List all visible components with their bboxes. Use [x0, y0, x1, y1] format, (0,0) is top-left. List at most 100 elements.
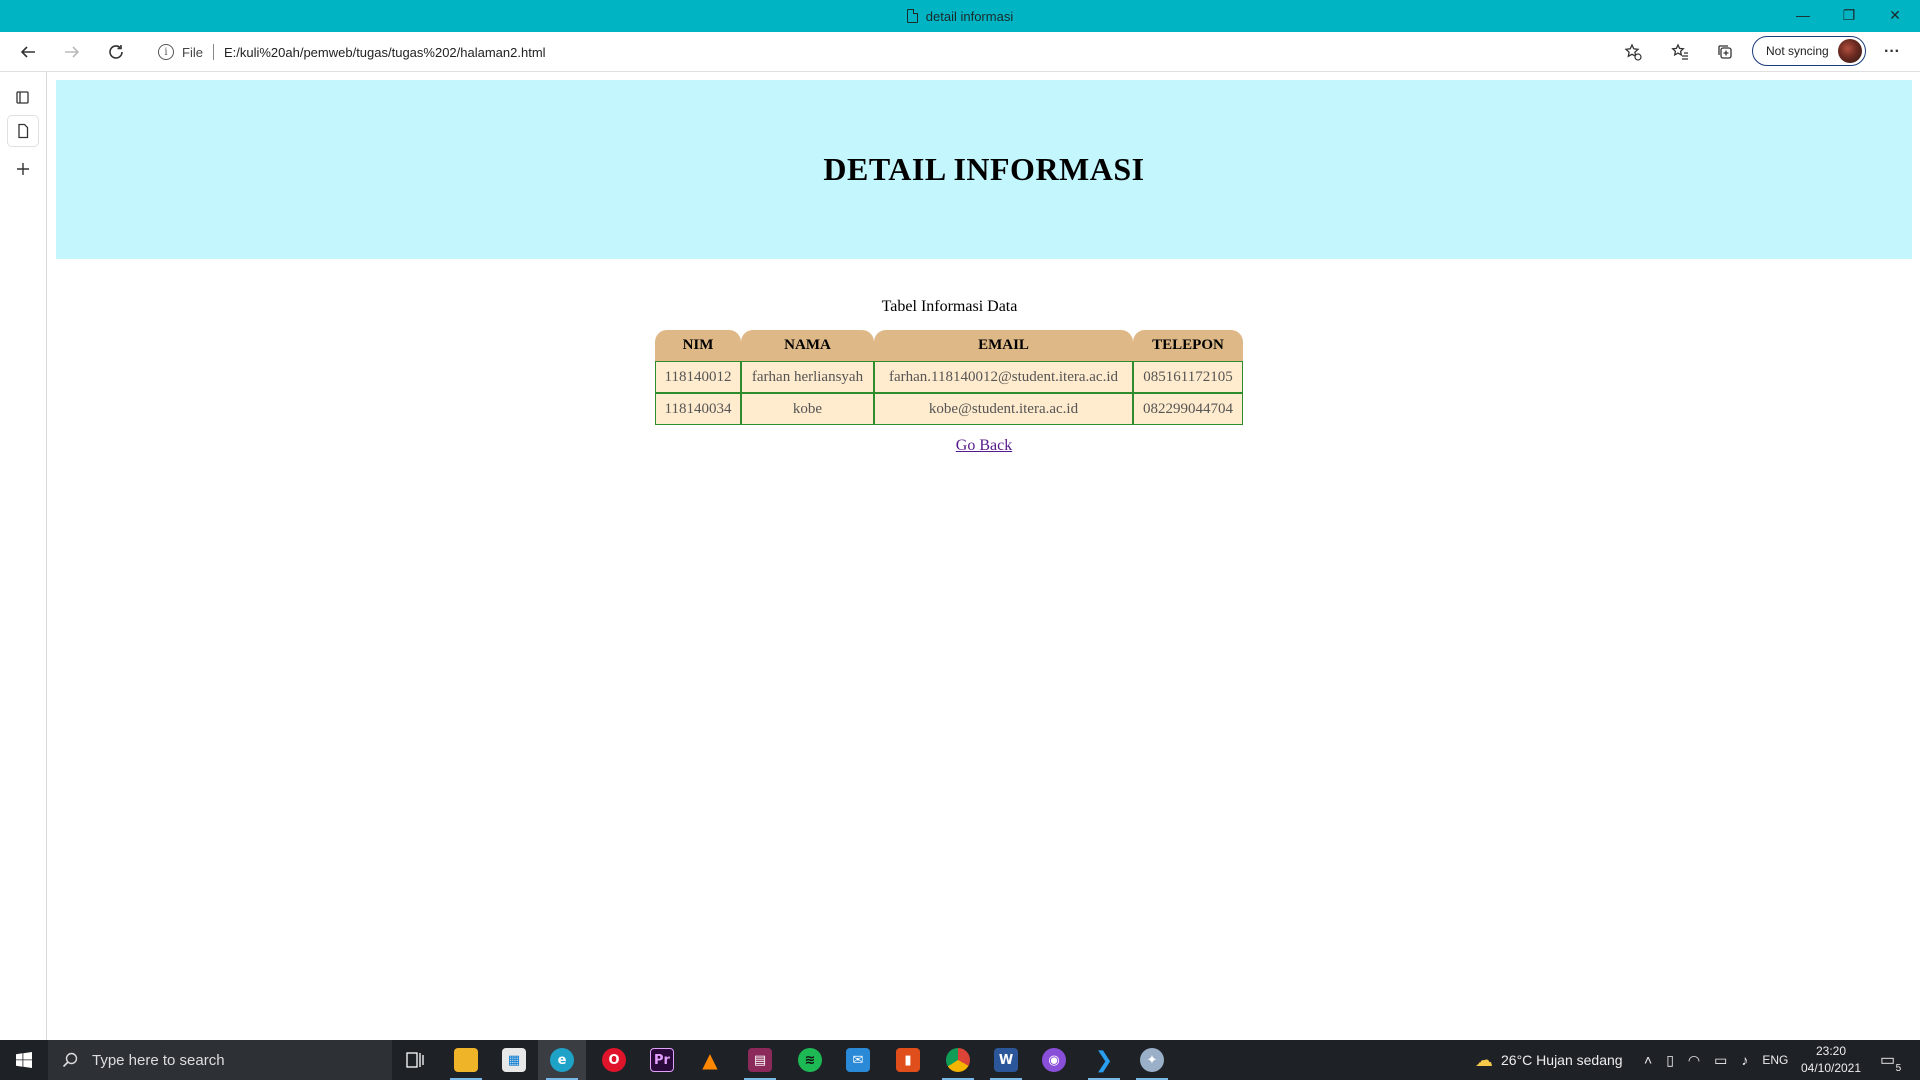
- info-table: NIM NAMA EMAIL TELEPON 118140012 farhan …: [655, 330, 1243, 425]
- page-viewport: DETAIL INFORMASI Tabel Informasi Data NI…: [48, 72, 1920, 1040]
- address-bar[interactable]: i File E:/kuli%20ah/pemweb/tugas/tugas%2…: [146, 37, 1646, 67]
- notification-center-button[interactable]: ▭ 5: [1880, 1040, 1902, 1080]
- close-button[interactable]: ✕: [1872, 0, 1918, 30]
- tab-actions-button[interactable]: [8, 82, 38, 112]
- collections-icon: [1718, 45, 1732, 59]
- minimize-button[interactable]: —: [1780, 0, 1826, 30]
- notification-icon: ▭ 5: [1880, 1052, 1902, 1074]
- premiere-pro-icon: Pr: [650, 1048, 674, 1072]
- volume-icon[interactable]: ♪: [1741, 1052, 1748, 1068]
- store-icon: ▦: [502, 1048, 526, 1072]
- tab-detail-informasi[interactable]: [8, 116, 38, 146]
- vertical-tabs-sidebar: [0, 72, 47, 1040]
- header-banner: DETAIL INFORMASI: [56, 80, 1912, 259]
- taskbar: Type here to search ▦ e O Pr ▲ ▤ ≋ ✉ ▮ W…: [0, 1040, 1920, 1080]
- taskbar-search[interactable]: Type here to search: [48, 1040, 392, 1080]
- search-icon: [62, 1052, 78, 1068]
- taskbar-app-spotify[interactable]: ≋: [786, 1040, 834, 1080]
- start-button[interactable]: [0, 1040, 48, 1080]
- collections-button[interactable]: [1709, 36, 1741, 68]
- table-caption: Tabel Informasi Data: [881, 298, 1018, 315]
- word-icon: W: [994, 1048, 1018, 1072]
- search-placeholder: Type here to search: [92, 1051, 225, 1069]
- table-cell: 082299044704: [1133, 393, 1243, 425]
- battery-icon[interactable]: ▭: [1714, 1052, 1727, 1069]
- refresh-icon: [109, 45, 123, 59]
- favorites-button[interactable]: [1664, 36, 1696, 68]
- taskbar-app-word[interactable]: W: [982, 1040, 1030, 1080]
- sync-label: Not syncing: [1766, 44, 1829, 58]
- taskbar-app-vlc[interactable]: ▲: [686, 1040, 734, 1080]
- url-text[interactable]: E:/kuli%20ah/pemweb/tugas/tugas%202/hala…: [224, 45, 546, 60]
- scheme-label: File: [182, 44, 203, 60]
- taskbar-app-chrome[interactable]: [934, 1040, 982, 1080]
- window-title: detail informasi: [925, 8, 1014, 24]
- new-tab-button[interactable]: [8, 154, 38, 184]
- taskbar-app-winrar[interactable]: ▤: [736, 1040, 784, 1080]
- table-row: 118140012 farhan herliansyah farhan.1181…: [655, 361, 1243, 393]
- profile-sync-button[interactable]: Not syncing: [1752, 36, 1866, 66]
- table-cell: kobe@student.itera.ac.id: [874, 393, 1133, 425]
- device-icon[interactable]: ▯: [1666, 1052, 1674, 1069]
- spotify-icon: ≋: [798, 1048, 822, 1072]
- taskbar-app-opera[interactable]: O: [590, 1040, 638, 1080]
- taskbar-app-file-explorer[interactable]: [442, 1040, 490, 1080]
- taskbar-app-edge[interactable]: e: [538, 1040, 586, 1080]
- table-cell: 118140034: [655, 393, 741, 425]
- table-cell: 118140012: [655, 361, 741, 393]
- taskbar-app-microsoft-store[interactable]: ▦: [490, 1040, 538, 1080]
- notification-count: 5: [1895, 1063, 1902, 1074]
- wifi-icon[interactable]: ◠: [1688, 1052, 1700, 1069]
- taskbar-app-office[interactable]: ▮: [884, 1040, 932, 1080]
- address-separator: [212, 44, 214, 60]
- add-favorite-button[interactable]: [1617, 36, 1649, 68]
- back-button[interactable]: [12, 36, 44, 68]
- document-icon: [18, 123, 29, 139]
- chevron-up-icon[interactable]: ˄: [1644, 1052, 1652, 1068]
- browser-toolbar: i File E:/kuli%20ah/pemweb/tugas/tugas%2…: [0, 32, 1920, 72]
- column-header: NIM: [655, 330, 741, 361]
- star-add-icon: [1624, 43, 1642, 61]
- document-icon: [906, 8, 919, 23]
- avatar: [1838, 39, 1862, 63]
- column-header: TELEPON: [1133, 330, 1243, 361]
- office-icon: ▮: [896, 1048, 920, 1072]
- page-title: DETAIL INFORMASI: [823, 151, 1145, 187]
- forward-button[interactable]: [56, 36, 88, 68]
- language-indicator[interactable]: ENG: [1762, 1053, 1788, 1067]
- table-cell: kobe: [741, 393, 874, 425]
- more-menu-button[interactable]: ···: [1876, 36, 1908, 68]
- windows-icon: [16, 1052, 32, 1068]
- restore-button[interactable]: ❐: [1826, 0, 1872, 30]
- opera-icon: O: [602, 1048, 626, 1072]
- refresh-button[interactable]: [100, 36, 132, 68]
- task-view-button[interactable]: [392, 1040, 440, 1080]
- table-header-row: NIM NAMA EMAIL TELEPON: [655, 330, 1243, 361]
- weather-text: 26°C Hujan sedang: [1501, 1052, 1623, 1068]
- table-cell: farhan herliansyah: [741, 361, 874, 393]
- clock[interactable]: 23:20 04/10/2021: [1796, 1043, 1866, 1077]
- taskbar-app-misc[interactable]: ✦: [1128, 1040, 1176, 1080]
- taskbar-app-vscode[interactable]: ❯: [1080, 1040, 1128, 1080]
- taskbar-app-github-desktop[interactable]: ◉: [1030, 1040, 1078, 1080]
- weather-widget[interactable]: ☁ 26°C Hujan sedang: [1475, 1040, 1623, 1080]
- chrome-icon: [946, 1048, 970, 1072]
- plus-icon: [17, 163, 29, 175]
- github-icon: ◉: [1042, 1048, 1066, 1072]
- weather-cloud-sun-icon: ☁: [1475, 1049, 1493, 1070]
- go-back-link[interactable]: Go Back: [956, 437, 1012, 454]
- task-view-icon: [406, 1052, 424, 1068]
- info-icon[interactable]: i: [158, 44, 174, 60]
- vscode-icon: ❯: [1094, 1047, 1114, 1073]
- edge-icon: e: [550, 1048, 574, 1072]
- clock-time: 23:20: [1815, 1044, 1847, 1058]
- table-row: 118140034 kobe kobe@student.itera.ac.id …: [655, 393, 1243, 425]
- go-back-container: Go Back: [48, 437, 1920, 455]
- folder-icon: [454, 1048, 478, 1072]
- tab-actions-icon: [16, 91, 29, 104]
- system-tray: ˄ ▯ ◠ ▭ ♪ ENG: [1644, 1040, 1788, 1080]
- taskbar-app-mail[interactable]: ✉: [834, 1040, 882, 1080]
- table-cell: 085161172105: [1133, 361, 1243, 393]
- taskbar-app-premiere-pro[interactable]: Pr: [638, 1040, 686, 1080]
- winrar-icon: ▤: [748, 1048, 772, 1072]
